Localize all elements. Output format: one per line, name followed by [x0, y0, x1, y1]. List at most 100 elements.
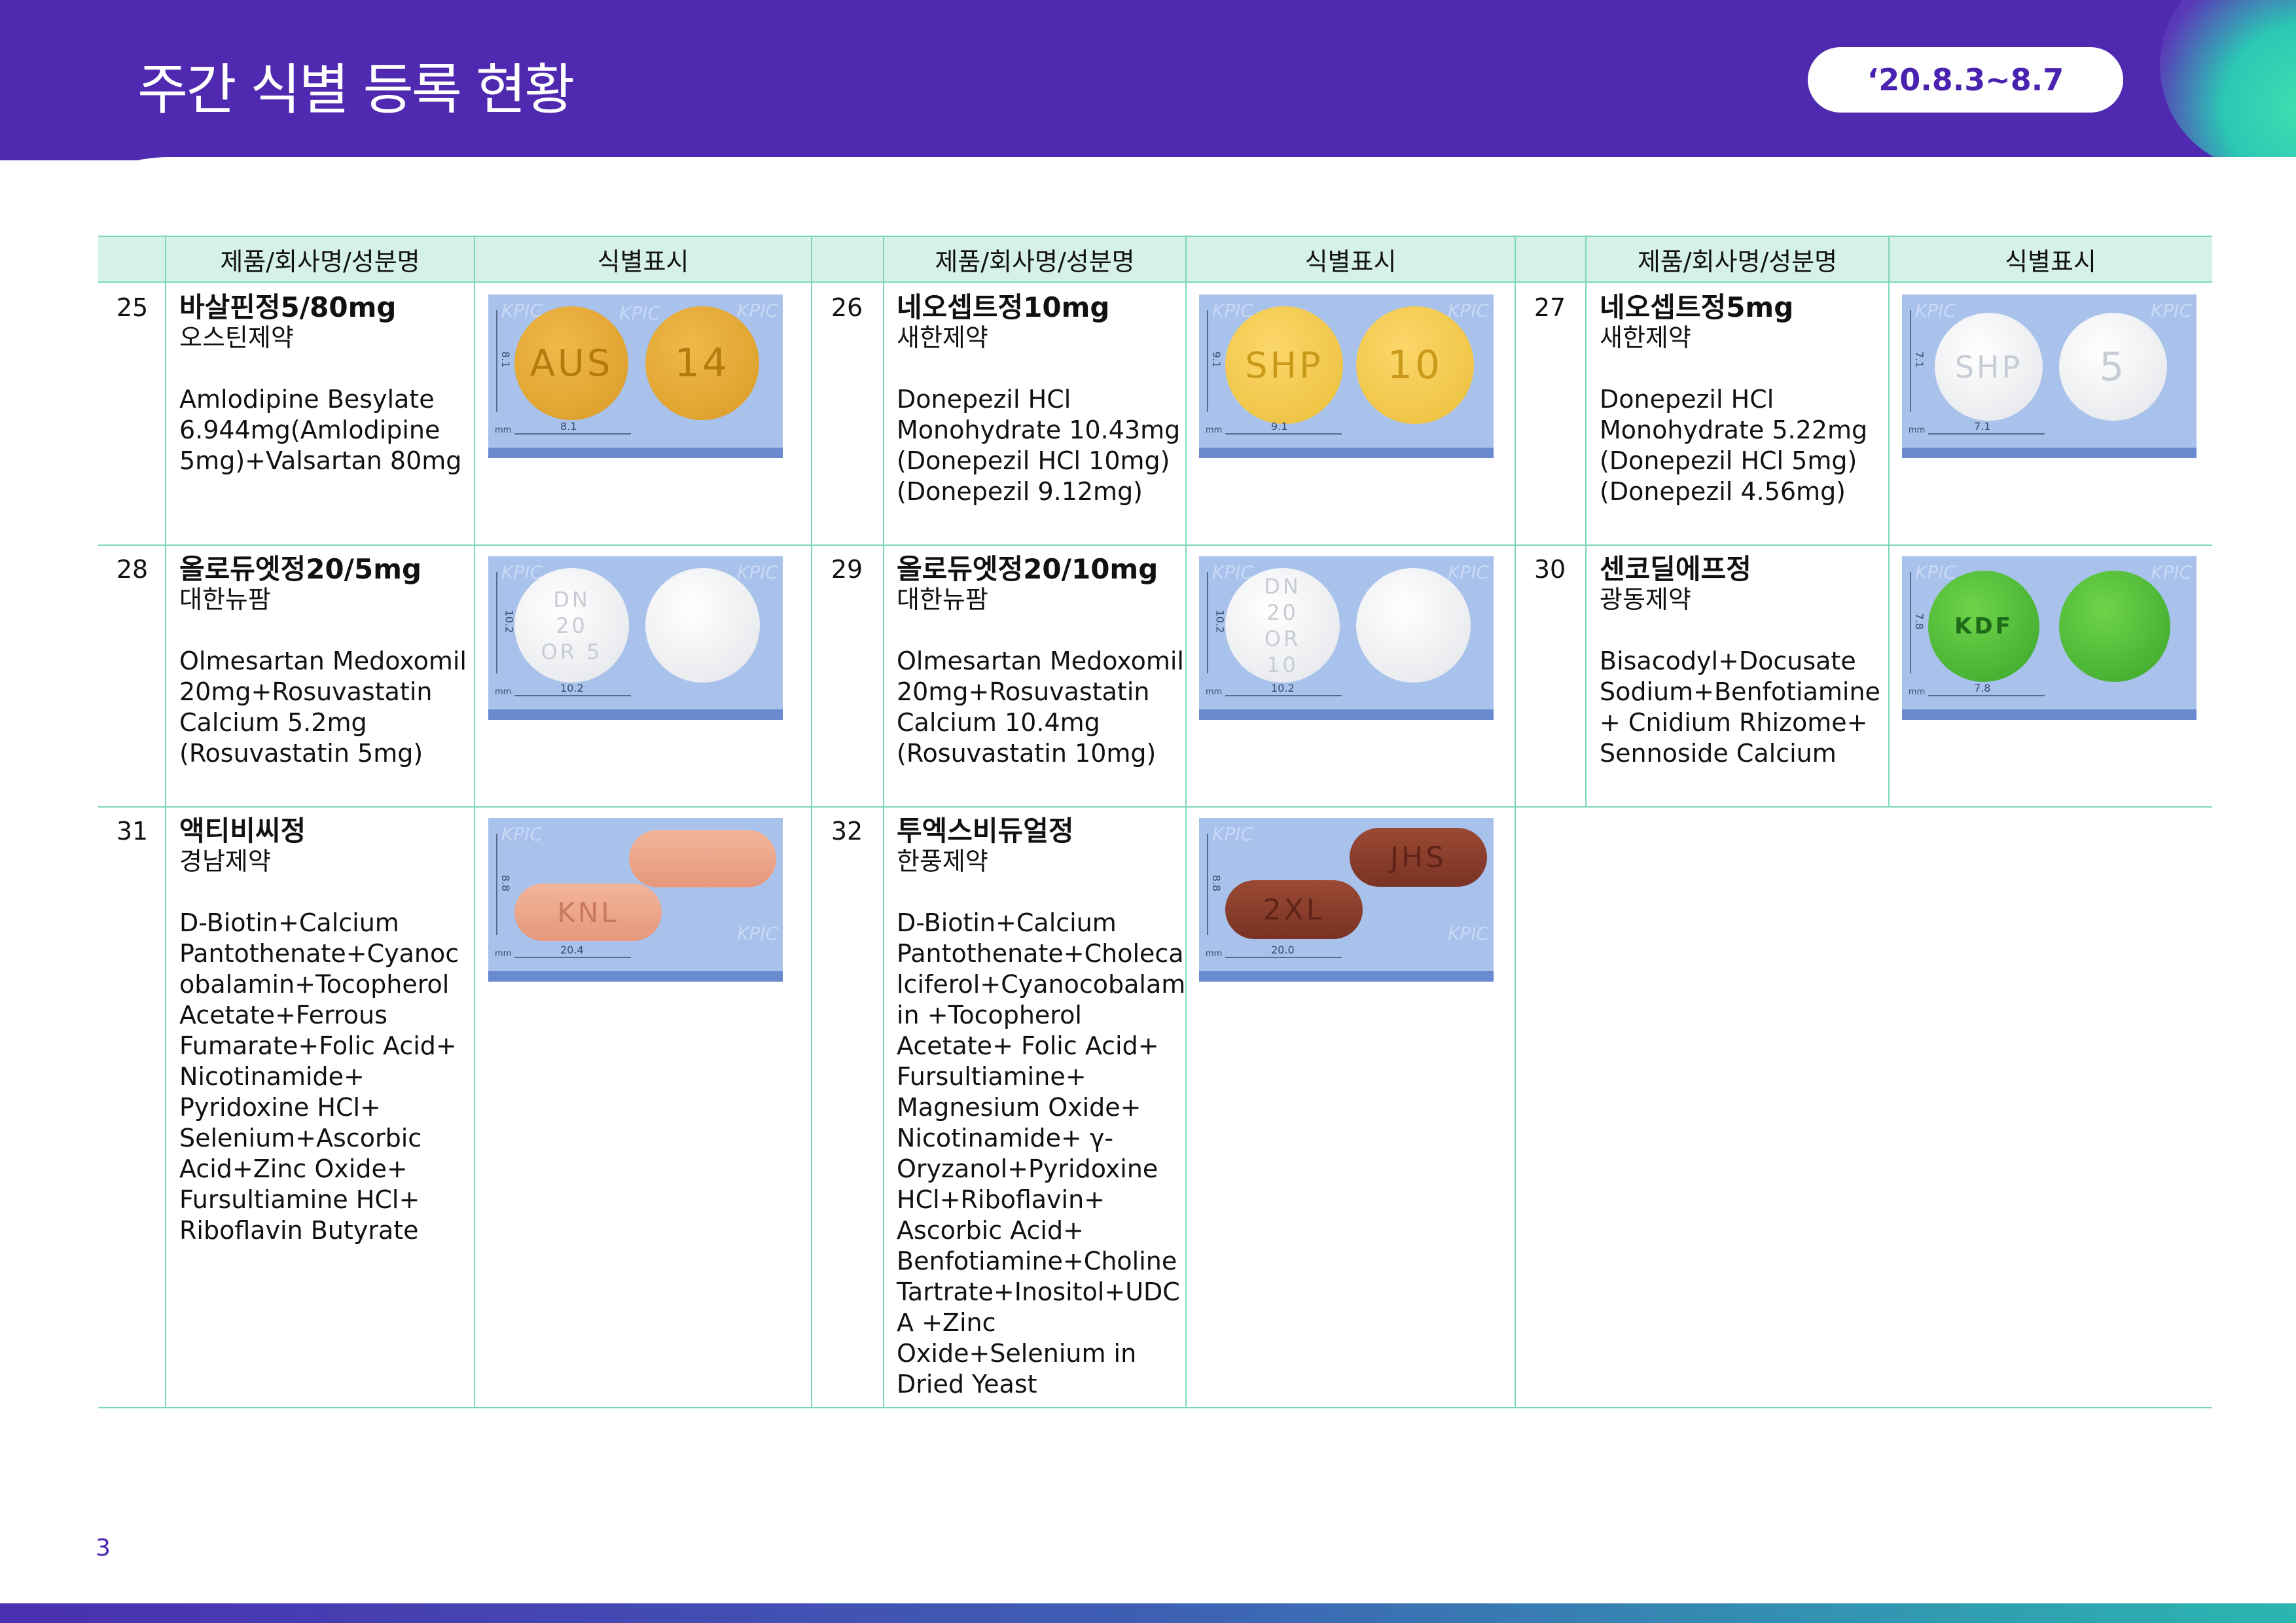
ingredient-text: Donepezil HCl Monohydrate 5.22mg (Donepe…	[1600, 385, 1868, 506]
watermark: KPIC	[1448, 562, 1490, 583]
watermark: KPIC	[737, 562, 779, 583]
watermark: KPIC	[1448, 923, 1490, 944]
size-vertical: 8.8	[1210, 874, 1223, 892]
item-number: 25	[116, 293, 149, 322]
size-horizontal: 10.2	[560, 682, 584, 694]
size-vertical: 8.8	[499, 874, 512, 892]
header-cell-marking-3: 식별표시	[1889, 236, 2212, 283]
pill-front: KNL	[514, 883, 662, 941]
watermark: KPIC	[501, 823, 543, 845]
unit-label: mm	[1909, 687, 1926, 697]
unit-label: mm	[1206, 425, 1223, 435]
watermark: KPIC	[619, 302, 661, 324]
company-name: 광동제약	[1600, 585, 1691, 614]
watermark: KPIC	[737, 300, 779, 321]
product-name: 투엑스비듀얼정	[897, 815, 1074, 847]
company-name: 한풍제약	[897, 847, 988, 876]
item-number: 29	[831, 555, 863, 584]
company-name: 대한뉴팜	[179, 585, 271, 614]
watermark: KPIC	[1915, 562, 1957, 583]
ingredient-text: Olmesartan Medoxomil 20mg+Rosuvastatin C…	[179, 647, 467, 768]
size-vertical: 10.2	[503, 609, 516, 633]
image-footer-strip	[1199, 971, 1494, 982]
company-name: 오스틴제약	[179, 323, 294, 352]
date-range-badge: ‘20.8.3~8.7	[1808, 47, 2123, 113]
product-name: 올로듀엣정20/10mg	[897, 553, 1158, 585]
ruler-horizontal	[1928, 695, 2045, 696]
size-horizontal: 7.1	[1974, 420, 1991, 433]
watermark: KPIC	[2151, 562, 2193, 583]
pill-back	[2059, 571, 2170, 682]
product-name: 올로듀엣정20/5mg	[179, 553, 422, 585]
company-name: 새한제약	[1600, 323, 1691, 352]
product-info: 네오셉트정10mg 새한제약 Donepezil HCl Monohydrate…	[897, 292, 1188, 507]
pill-back: JHS	[1350, 828, 1487, 887]
ruler-horizontal	[1225, 433, 1342, 435]
header-cell-marking-2: 식별표시	[1186, 236, 1515, 283]
ingredient-text: D-Biotin+Calcium Pantothenate+Cyanocobal…	[179, 908, 459, 1245]
pill-front: 2XL	[1225, 880, 1363, 939]
pill-image: KPIC KPIC SHP 10 9.1 9.1 mm	[1199, 294, 1494, 458]
pill-image: KPIC KPIC DN 20 OR 10 10.2 10.2 mm	[1199, 556, 1494, 720]
company-name: 대한뉴팜	[897, 585, 988, 614]
pill-front: AUS	[514, 306, 628, 420]
image-footer-strip	[1902, 448, 2197, 458]
product-info: 네오셉트정5mg 새한제약 Donepezil HCl Monohydrate …	[1600, 292, 1891, 507]
image-footer-strip	[488, 448, 783, 458]
item-number: 27	[1534, 293, 1566, 322]
image-footer-strip	[488, 709, 783, 720]
size-vertical: 8.1	[499, 351, 512, 368]
size-horizontal: 20.0	[1271, 944, 1295, 956]
product-info: 올로듀엣정20/5mg 대한뉴팜 Olmesartan Medoxomil 20…	[179, 554, 471, 769]
pill-image: KPIC KPIC KNL 8.8 20.4 mm	[488, 818, 783, 982]
header-cell-no-2	[812, 236, 884, 283]
ruler-vertical	[1207, 834, 1208, 935]
ingredient-text: Bisacodyl+Docusate Sodium+Benfotiamine+ …	[1600, 647, 1880, 768]
product-info: 투엑스비듀얼정 한풍제약 D-Biotin+Calcium Pantothena…	[897, 815, 1188, 1400]
pill-image: KPIC KPIC SHP 5 7.1 7.1 mm	[1902, 294, 2197, 458]
pill-image: KPIC KPIC JHS 2XL 8.8 20.0 mm	[1199, 818, 1494, 982]
unit-label: mm	[495, 425, 512, 435]
item-number: 26	[831, 293, 863, 322]
ruler-vertical	[496, 834, 497, 935]
ruler-vertical	[1207, 310, 1208, 412]
size-horizontal: 7.8	[1974, 682, 1991, 694]
product-info: 바살핀정5/80mg 오스틴제약 Amlodipine Besylate 6.9…	[179, 292, 471, 476]
pill-front: DN 20 OR 5	[514, 568, 629, 683]
header-cell-product-1: 제품/회사명/성분명	[166, 236, 475, 283]
image-footer-strip	[1902, 709, 2197, 720]
unit-label: mm	[1206, 687, 1223, 697]
pill-front: KDF	[1928, 571, 2039, 682]
product-name: 네오셉트정10mg	[897, 291, 1110, 323]
ruler-horizontal	[1928, 433, 2045, 435]
ruler-horizontal	[1225, 695, 1342, 696]
pill-front: DN 20 OR 10	[1225, 568, 1340, 683]
size-horizontal: 20.4	[560, 944, 584, 956]
product-name: 액티비씨정	[179, 815, 306, 847]
item-number: 31	[116, 817, 149, 846]
ruler-vertical	[496, 310, 497, 412]
pill-image: KPIC KPIC KDF 7.8 7.8 mm	[1902, 556, 2197, 720]
item-number: 32	[831, 817, 863, 846]
watermark: KPIC	[1212, 300, 1254, 321]
pill-front: SHP	[1225, 306, 1343, 424]
watermark: KPIC	[1448, 300, 1490, 321]
pill-front: SHP	[1935, 313, 2043, 421]
size-vertical: 10.2	[1213, 609, 1227, 633]
unit-label: mm	[1206, 949, 1223, 959]
product-name: 센코딜에프정	[1600, 553, 1751, 585]
grid-line	[883, 236, 884, 1408]
row-separator	[98, 544, 2212, 546]
item-number: 28	[116, 555, 149, 584]
size-horizontal: 8.1	[560, 420, 577, 433]
size-vertical: 7.8	[1913, 613, 1926, 630]
pill-table: 제품/회사명/성분명 식별표시 제품/회사명/성분명 식별표시 제품/회사명/성…	[98, 236, 2212, 1408]
ruler-horizontal	[514, 695, 631, 696]
ruler-horizontal	[514, 433, 631, 435]
ingredient-text: Amlodipine Besylate 6.944mg(Amlodipine 5…	[179, 385, 462, 475]
pill-back	[645, 568, 760, 683]
ruler-horizontal	[1225, 957, 1342, 958]
pill-image: KPIC KPIC KPIC AUS 14 8.1 8.1 mm	[488, 294, 783, 458]
footer-bar	[0, 1603, 2296, 1623]
watermark: KPIC	[737, 923, 779, 944]
